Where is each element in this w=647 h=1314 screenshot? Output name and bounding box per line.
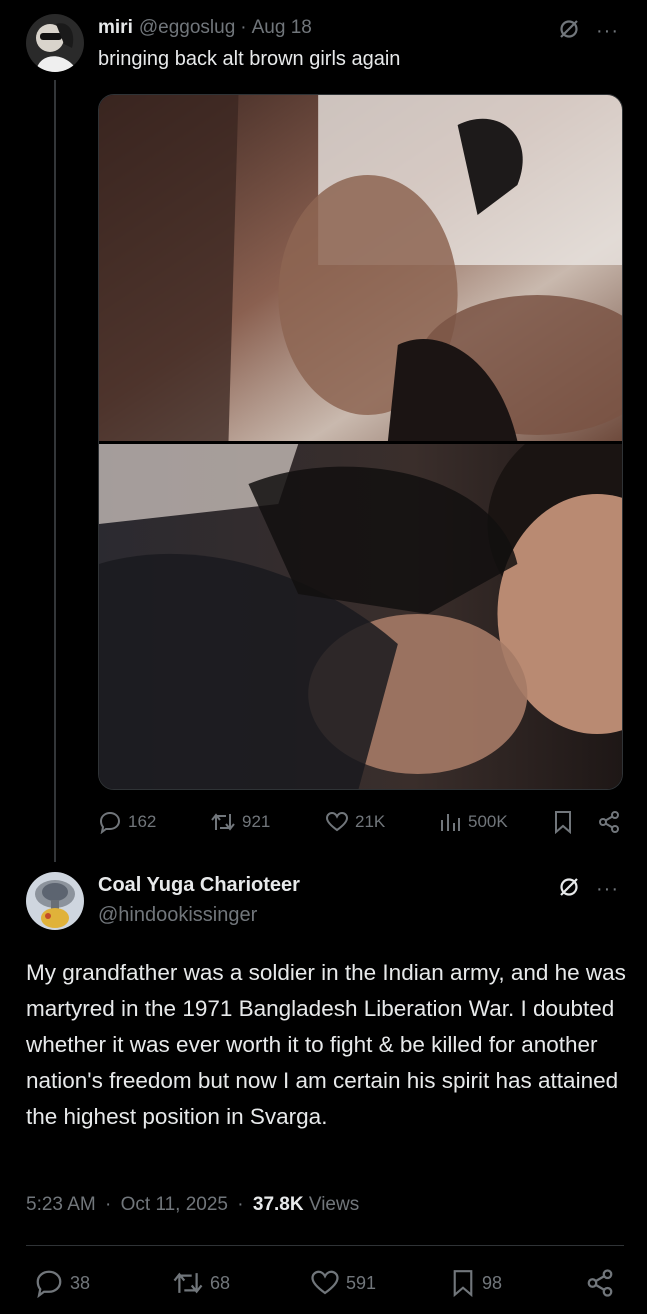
views-count: 500K bbox=[468, 812, 508, 831]
post-top-actions: ··· bbox=[558, 876, 619, 903]
share-icon bbox=[587, 1269, 613, 1297]
author-handle[interactable]: @eggoslug bbox=[139, 17, 235, 39]
share-button[interactable] bbox=[597, 810, 621, 834]
media-grid[interactable] bbox=[98, 94, 623, 790]
post-time[interactable]: 5:23 AM bbox=[26, 1194, 96, 1215]
reply-button[interactable]: 38 bbox=[34, 1268, 90, 1298]
post-text: bringing back alt brown girls again bbox=[98, 48, 401, 70]
more-dots-icon[interactable]: ··· bbox=[596, 20, 619, 43]
repost-count: 68 bbox=[210, 1272, 231, 1293]
divider bbox=[26, 1245, 624, 1246]
post-date[interactable]: Oct 11, 2025 bbox=[121, 1194, 228, 1215]
share-icon bbox=[599, 811, 619, 833]
bookmark-count: 98 bbox=[482, 1272, 503, 1293]
repost-icon bbox=[173, 1272, 203, 1294]
more-dots-icon[interactable]: ··· bbox=[596, 878, 619, 901]
like-button[interactable]: 591 bbox=[310, 1268, 376, 1298]
photo-2[interactable] bbox=[99, 444, 622, 790]
views-button[interactable]: 500K bbox=[438, 810, 508, 834]
author-name[interactable]: Coal Yuga Charioteer bbox=[98, 874, 300, 897]
like-button[interactable]: 21K bbox=[325, 810, 385, 834]
post-meta: 5:23 AM · Oct 11, 2025 · 37.8K Views bbox=[26, 1194, 359, 1216]
bookmark-button[interactable] bbox=[552, 810, 574, 834]
reply-button[interactable]: 162 bbox=[98, 810, 156, 834]
like-count: 21K bbox=[355, 812, 386, 831]
heart-icon bbox=[325, 811, 349, 832]
post-text: My grandfather was a soldier in the Indi… bbox=[26, 960, 626, 1129]
post-top-actions: ··· bbox=[558, 18, 619, 45]
like-count: 591 bbox=[346, 1272, 377, 1293]
separator: · bbox=[240, 17, 247, 38]
views-label: Views bbox=[308, 1194, 360, 1215]
reply-count: 38 bbox=[70, 1272, 91, 1293]
thread-line bbox=[54, 80, 56, 862]
reply-bubble-icon bbox=[99, 811, 121, 834]
views-count[interactable]: 37.8K bbox=[253, 1194, 304, 1215]
heart-icon bbox=[311, 1270, 339, 1295]
author-handle[interactable]: @hindookissinger bbox=[98, 904, 257, 927]
repost-count: 921 bbox=[242, 812, 271, 831]
bookmark-button[interactable]: 98 bbox=[450, 1268, 502, 1298]
avatar[interactable] bbox=[26, 872, 84, 930]
repost-icon bbox=[211, 813, 235, 831]
repost-button[interactable]: 921 bbox=[210, 810, 270, 834]
repost-button[interactable]: 68 bbox=[172, 1268, 230, 1298]
author-name[interactable]: miri bbox=[98, 17, 133, 39]
reply-bubble-icon bbox=[36, 1270, 62, 1298]
reply-count: 162 bbox=[128, 812, 157, 831]
bookmark-icon bbox=[555, 811, 571, 834]
post-header: miri @eggoslug · Aug 18 bbox=[98, 14, 312, 42]
separator: · bbox=[105, 1194, 112, 1215]
grok-icon[interactable] bbox=[558, 876, 580, 903]
post-date[interactable]: Aug 18 bbox=[252, 17, 312, 39]
bar-chart-icon bbox=[441, 814, 460, 831]
avatar[interactable] bbox=[26, 14, 84, 72]
grok-icon[interactable] bbox=[558, 18, 580, 45]
share-button[interactable] bbox=[585, 1268, 615, 1298]
bookmark-icon bbox=[453, 1270, 473, 1298]
separator: · bbox=[237, 1194, 244, 1215]
photo-1[interactable] bbox=[99, 95, 622, 441]
